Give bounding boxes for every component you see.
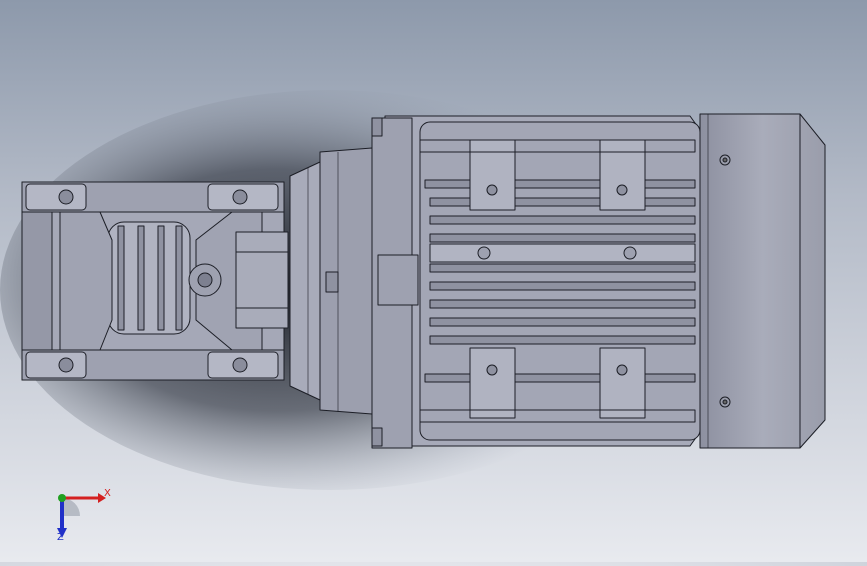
gearbox-housing[interactable] xyxy=(21,181,289,381)
fan-cover[interactable] xyxy=(699,113,826,449)
coordinate-triad: X Y Z xyxy=(48,484,118,544)
motor-housing[interactable] xyxy=(371,115,701,449)
x-label: X xyxy=(104,488,111,499)
cad-viewport[interactable] xyxy=(0,0,867,562)
triad-svg: X Y Z xyxy=(57,488,111,543)
model-view xyxy=(0,0,867,562)
z-label: Z xyxy=(57,532,64,543)
motor-flange[interactable] xyxy=(289,147,373,415)
y-axis-dot xyxy=(58,494,66,502)
